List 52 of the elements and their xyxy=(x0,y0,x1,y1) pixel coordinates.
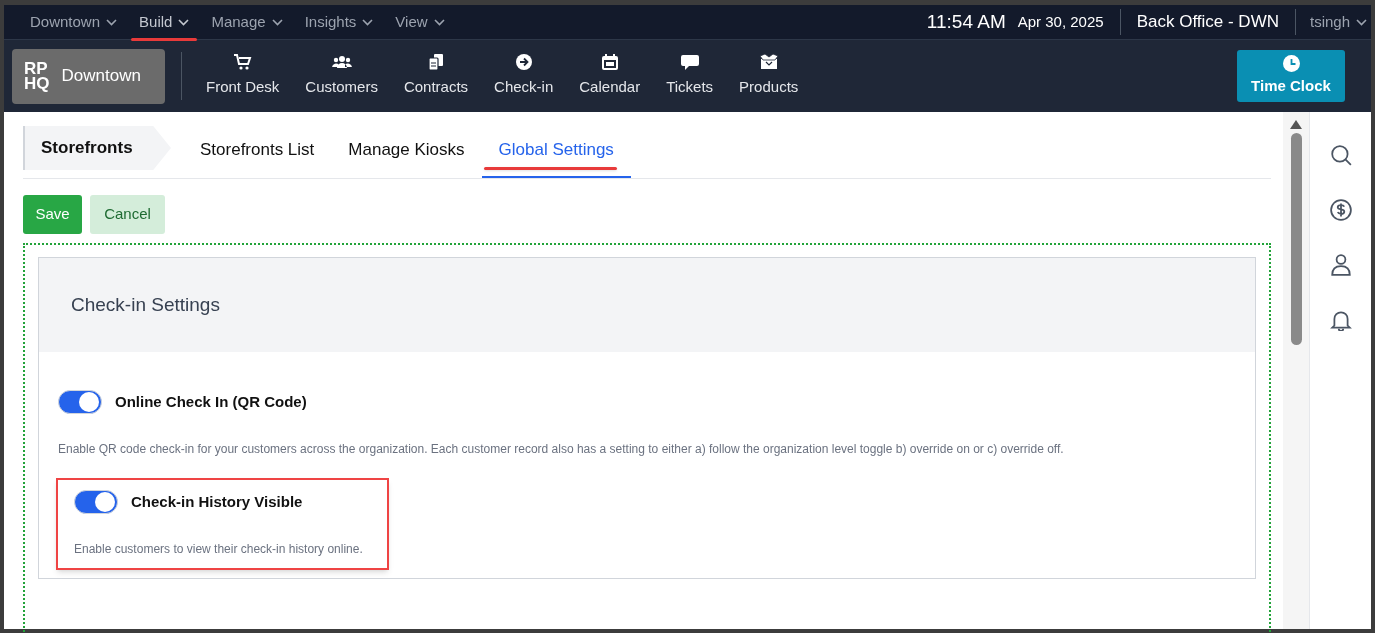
calendar-icon xyxy=(599,53,620,72)
setting-label: Online Check In (QR Code) xyxy=(115,391,307,412)
tab[interactable]: Global Settings xyxy=(481,125,631,178)
nav-item[interactable]: Products xyxy=(727,46,811,106)
caret-icon xyxy=(433,18,445,26)
scroll-up-icon[interactable] xyxy=(1290,120,1302,129)
nav-item[interactable]: Check-in xyxy=(482,46,566,106)
menu-item[interactable]: Downtown xyxy=(20,4,128,40)
menu-item[interactable]: Build xyxy=(129,4,200,40)
logo-name: Downtown xyxy=(61,65,141,88)
box-icon xyxy=(758,53,779,72)
setting-label: Check-in History Visible xyxy=(131,491,303,512)
caret-icon xyxy=(106,18,118,26)
nav-item[interactable]: Customers xyxy=(293,46,390,106)
clock-icon xyxy=(1282,54,1300,72)
caret-icon xyxy=(271,18,283,26)
caret-icon xyxy=(1356,18,1367,26)
cart-icon xyxy=(232,53,253,72)
menu-item[interactable]: Manage xyxy=(201,4,293,40)
logo-mark: RP xyxy=(24,61,48,76)
logo-mark: HQ xyxy=(24,76,50,91)
tab[interactable]: Storefronts List xyxy=(183,125,332,178)
tab[interactable]: Manage Kiosks xyxy=(331,125,482,178)
setting-description: Enable QR code check-in for your customers across the organization. Each customer record also has a setting to either a) follow the organization level toggle b) override on or c) override off. xyxy=(58,441,1064,458)
setting-description: Enable customers to view their check-in history online. xyxy=(74,541,363,558)
search-icon[interactable] xyxy=(1329,144,1352,166)
chat-bubble-icon xyxy=(679,53,700,72)
nav-item[interactable]: Calendar xyxy=(567,46,653,106)
location-label: Back Office - DWN xyxy=(1136,9,1296,35)
time-clock-button[interactable]: Time Clock xyxy=(1237,50,1345,102)
caret-icon xyxy=(178,18,190,26)
menu-item[interactable]: Insights xyxy=(294,4,384,40)
nav-item[interactable]: Contracts xyxy=(391,46,481,106)
documents-icon xyxy=(426,53,446,72)
clock-date: Apr 30, 2025 xyxy=(1017,9,1121,35)
nav-item[interactable]: Tickets xyxy=(654,46,726,106)
scrollbar-thumb[interactable] xyxy=(1290,133,1302,345)
cancel-button[interactable]: Cancel xyxy=(90,195,165,234)
user-icon[interactable] xyxy=(1329,254,1352,276)
arrow-circle-icon xyxy=(513,53,534,72)
bell-icon[interactable] xyxy=(1329,309,1352,331)
nav-item[interactable]: Front Desk xyxy=(194,46,292,106)
dollar-icon[interactable] xyxy=(1329,199,1352,221)
section-title: Check-in Settings xyxy=(71,292,220,317)
user-menu[interactable]: tsingh xyxy=(1309,10,1371,34)
toggle-switch[interactable] xyxy=(58,390,102,414)
breadcrumb-label: Storefronts xyxy=(41,137,133,160)
clock-time: 11:54 AM xyxy=(926,9,1006,34)
caret-icon xyxy=(362,18,374,26)
menu-item[interactable]: View xyxy=(385,4,455,40)
toggle-switch[interactable] xyxy=(74,490,118,514)
highlight-underline xyxy=(131,37,198,41)
